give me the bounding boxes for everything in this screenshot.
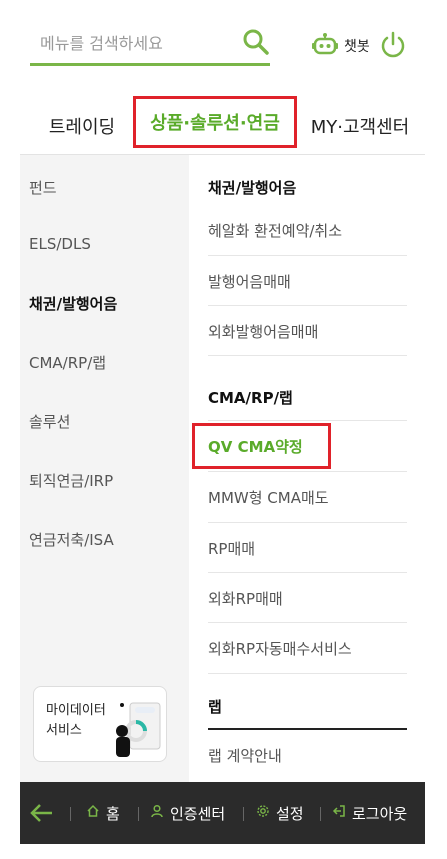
home-button[interactable]: 홈 (86, 782, 120, 844)
menu-item-mmw-cma-sell[interactable]: MMW형 CMA매도 (208, 472, 407, 522)
search-input[interactable] (40, 30, 230, 56)
category-sidebar: 펀드 ELS/DLS 채권/발행어음 CMA/RP/랩 솔루션 퇴직연금/IRP… (20, 155, 189, 782)
nav-separator (70, 807, 71, 821)
menu-item-fx-note-trading[interactable]: 외화발행어음매매 (208, 306, 407, 356)
menu-item-fx-rp-trading[interactable]: 외화RP매매 (208, 573, 407, 623)
category-item-els-dls[interactable]: ELS/DLS (29, 235, 91, 253)
divider (208, 673, 407, 674)
chatbot-button[interactable]: 챗봇 (312, 32, 370, 60)
section-title-bonds: 채권/발행어음 (208, 179, 297, 197)
robot-icon (312, 33, 338, 59)
auth-center-button[interactable]: 인증센터 (150, 782, 225, 844)
menu-item-wrap-contract-guide[interactable]: 랩 계약안내 (208, 730, 407, 780)
logout-label: 로그아웃 (352, 804, 408, 823)
category-item-cma-rp-wrap[interactable]: CMA/RP/랩 (29, 352, 106, 373)
menu-item-brl-exchange-reservation[interactable]: 헤알화 환전예약/취소 (208, 205, 407, 255)
tab-my-customer-center[interactable]: MY·고객센터 (300, 96, 420, 156)
home-label: 홈 (106, 804, 120, 823)
menu-item-note-trading[interactable]: 발행어음매매 (208, 256, 407, 306)
section-title-cma-rp-wrap: CMA/RP/랩 (208, 389, 293, 407)
settings-button[interactable]: 설정 (256, 782, 304, 844)
menu-item-qv-cma-agreement[interactable]: QV CMA약정 (208, 421, 407, 471)
menu-item-fx-rp-auto-buy[interactable]: 외화RP자동매수서비스 (208, 623, 407, 673)
gear-icon (256, 804, 270, 822)
auth-center-label: 인증센터 (170, 804, 226, 823)
mydata-illustration (112, 697, 166, 759)
chatbot-label: 챗봇 (344, 39, 370, 55)
section-title-wrap: 랩 (208, 698, 222, 716)
category-item-fund[interactable]: 펀드 (29, 177, 57, 198)
category-item-bonds[interactable]: 채권/발행어음 (29, 293, 117, 314)
bottom-nav-bar: 홈 인증센터 설정 로그아웃 (20, 782, 425, 844)
divider (208, 355, 407, 356)
menu-panel: 채권/발행어음 헤알화 환전예약/취소 발행어음매매 외화발행어음매매 CMA/… (189, 155, 425, 782)
tab-trading[interactable]: 트레이딩 (40, 96, 124, 156)
mydata-service-card[interactable]: 마이데이터 서비스 (33, 686, 167, 762)
search-icon[interactable] (242, 28, 270, 56)
category-item-retirement-irp[interactable]: 퇴직연금/IRP (29, 470, 113, 491)
tab-products-solutions-pension[interactable]: 상품·솔루션·연금 (133, 96, 297, 148)
power-icon[interactable] (379, 30, 407, 58)
category-item-pension-isa[interactable]: 연금저축/ISA (29, 529, 114, 550)
person-icon (150, 804, 164, 822)
mydata-label: 마이데이터 서비스 (46, 703, 106, 738)
nav-separator (320, 807, 321, 821)
settings-label: 설정 (276, 804, 304, 823)
arrow-left-icon[interactable] (30, 782, 54, 844)
nav-separator (243, 807, 244, 821)
menu-item-rp-trading[interactable]: RP매매 (208, 523, 407, 573)
nav-separator (138, 807, 139, 821)
search-bar (30, 26, 270, 66)
logout-icon (332, 804, 346, 822)
category-item-solution[interactable]: 솔루션 (29, 411, 70, 432)
home-icon (86, 804, 100, 822)
main-tabs: 트레이딩 상품·솔루션·연금 MY·고객센터 (0, 96, 447, 156)
logout-button[interactable]: 로그아웃 (332, 782, 407, 844)
